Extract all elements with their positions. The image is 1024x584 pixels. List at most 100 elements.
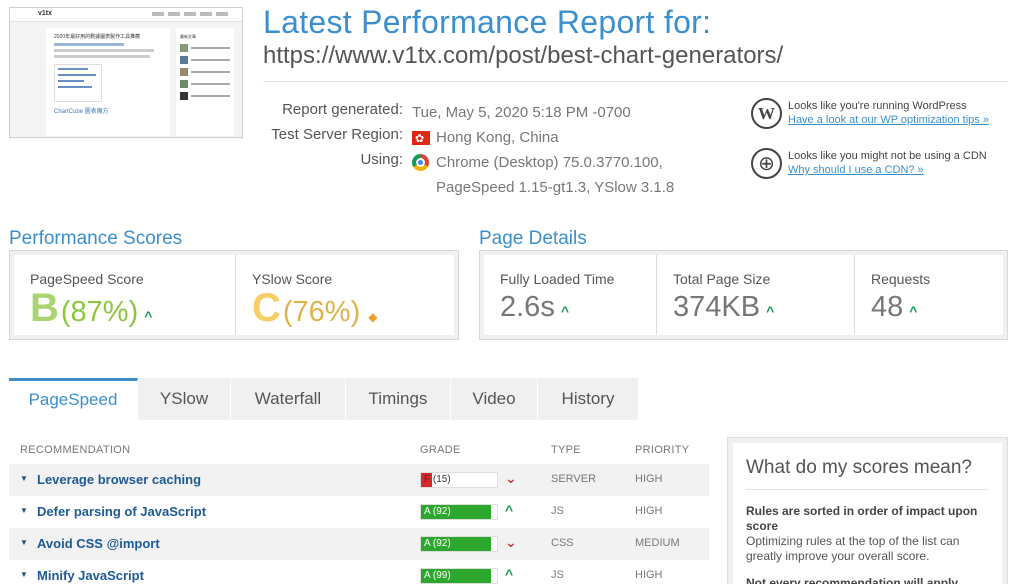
header-divider xyxy=(263,81,1008,82)
trend-up-icon: ^ xyxy=(144,308,153,324)
expand-arrow-icon[interactable]: ▼ xyxy=(20,538,28,547)
hong-kong-flag-icon xyxy=(412,129,430,149)
recommendation-column-header: RECOMMENDATION xyxy=(20,444,131,456)
grade-text: F (15) xyxy=(424,474,451,485)
thumbnail-cta: ChartCube 圖表魔方 xyxy=(54,109,109,115)
recommendation-type: CSS xyxy=(551,537,574,549)
page-size-value: 374KB xyxy=(673,291,761,323)
page-thumbnail[interactable]: v1tx 2020年最好用的數據圖表製作工具推薦 ChartCube 圖表魔方 … xyxy=(9,7,243,138)
recommendation-priority: HIGH xyxy=(635,505,663,517)
yslow-score-label: YSlow Score xyxy=(252,271,333,287)
grade-text: A (92) xyxy=(424,538,451,549)
trend-neutral-icon: ◆ xyxy=(368,310,378,324)
chrome-icon xyxy=(412,154,429,171)
scores-explanation-heading-2: Not every recommendation will apply xyxy=(746,576,959,584)
expand-arrow-icon[interactable]: ▼ xyxy=(20,570,28,579)
page-details-panel: Fully Loaded Time 2.6s ^ Total Page Size … xyxy=(479,250,1008,340)
pagespeed-percent: (87%) xyxy=(60,296,139,328)
performance-scores-panel: PageSpeed Score B (87%) ^ YSlow Score C … xyxy=(9,250,459,340)
pagespeed-grade: B xyxy=(30,286,59,330)
test-region-value: Hong Kong, China xyxy=(436,128,559,146)
tab-yslow[interactable]: YSlow xyxy=(138,378,231,420)
report-generated-value: Tue, May 5, 2020 5:18 PM -0700 xyxy=(412,103,631,121)
trend-up-icon: ^ xyxy=(505,502,514,518)
trend-up-icon: ^ xyxy=(909,303,918,319)
recommendation-name[interactable]: Leverage browser caching xyxy=(37,472,201,487)
requests-cell: Requests 48 ^ xyxy=(854,255,1003,335)
trend-down-icon: ⌄ xyxy=(505,470,517,486)
table-row[interactable]: ▼ Minify JavaScript A (99) ^ JS HIGH xyxy=(9,560,709,584)
tab-timings[interactable]: Timings xyxy=(346,378,451,420)
report-info-values: Tue, May 5, 2020 5:18 PM -0700 Hong Kong… xyxy=(412,100,674,200)
table-row[interactable]: ▼ Avoid CSS @import A (92) ⌄ CSS MEDIUM xyxy=(9,528,709,560)
thumbnail-nav xyxy=(152,12,232,16)
using-row: Chrome (Desktop) 75.0.3770.100, xyxy=(412,150,674,175)
grade-column-header: GRADE xyxy=(420,444,461,456)
recommendation-priority: MEDIUM xyxy=(635,537,680,549)
trend-up-icon: ^ xyxy=(560,303,570,319)
page-size-cell: Total Page Size 374KB ^ xyxy=(656,255,854,335)
wordpress-tip-link[interactable]: Have a look at our WP optimization tips … xyxy=(788,114,989,126)
recommendation-type: SERVER xyxy=(551,473,597,485)
grade-text: A (99) xyxy=(424,570,451,581)
type-column-header: TYPE xyxy=(551,444,581,456)
globe-icon: ⊕ xyxy=(751,148,782,179)
expand-arrow-icon[interactable]: ▼ xyxy=(20,506,28,515)
tab-waterfall[interactable]: Waterfall xyxy=(231,378,346,420)
performance-scores-title: Performance Scores xyxy=(9,228,183,249)
fully-loaded-label: Fully Loaded Time xyxy=(500,271,615,287)
grade-bar: A (99) xyxy=(420,568,498,584)
wordpress-icon: W xyxy=(751,98,782,129)
cdn-tip-text: Looks like you might not be using a CDN xyxy=(788,150,987,162)
requests-value: 48 xyxy=(871,291,904,323)
thumbnail-main: 2020年最好用的數據圖表製作工具推薦 ChartCube 圖表魔方 xyxy=(46,28,170,136)
wordpress-tip-text: Looks like you're running WordPress xyxy=(788,100,967,112)
tab-video[interactable]: Video xyxy=(451,378,538,420)
recommendation-type: JS xyxy=(551,569,564,581)
tab-pagespeed[interactable]: PageSpeed xyxy=(9,378,138,420)
grade-bar: A (92) xyxy=(420,504,498,520)
pagespeed-score-cell: PageSpeed Score B (87%) ^ xyxy=(14,255,235,335)
test-region-row: Hong Kong, China xyxy=(412,125,674,150)
thumbnail-sidebar-title: 最新文章 xyxy=(180,34,196,39)
recommendations-table-header: RECOMMENDATION GRADE TYPE PRIORITY xyxy=(9,442,709,460)
grade-text: A (92) xyxy=(424,506,451,517)
thumbnail-sidebar: 最新文章 xyxy=(176,28,234,136)
table-row[interactable]: ▼ Leverage browser caching F (15) ⌄ SERV… xyxy=(9,464,709,496)
recommendation-priority: HIGH xyxy=(635,569,663,581)
recommendation-name[interactable]: Avoid CSS @import xyxy=(37,536,160,551)
thumbnail-logo: v1tx xyxy=(38,10,53,17)
grade-bar: A (92) xyxy=(420,536,498,552)
thumbnail-toc xyxy=(54,64,102,102)
report-generated-label: Report generated: xyxy=(282,101,403,118)
using-value-browser: Chrome (Desktop) 75.0.3770.100, xyxy=(436,153,663,171)
trend-up-icon: ^ xyxy=(505,566,514,582)
requests-label: Requests xyxy=(871,271,931,287)
pagespeed-score-label: PageSpeed Score xyxy=(30,271,144,287)
thumbnail-topbar: v1tx xyxy=(10,8,242,22)
recommendation-type: JS xyxy=(551,505,564,517)
yslow-percent: (76%) xyxy=(282,296,361,328)
table-row[interactable]: ▼ Defer parsing of JavaScript A (92) ^ J… xyxy=(9,496,709,528)
trend-up-icon: ^ xyxy=(766,303,775,319)
scores-explanation-text-1: Optimizing rules at the top of the list … xyxy=(746,534,960,563)
fully-loaded-value: 2.6s xyxy=(500,291,555,323)
cdn-tip-link[interactable]: Why should I use a CDN? » xyxy=(788,164,924,176)
tab-history[interactable]: History xyxy=(538,378,639,420)
test-region-label: Test Server Region: xyxy=(271,126,403,143)
scores-explanation-title: What do my scores mean? xyxy=(746,457,989,490)
report-url: https://www.v1tx.com/post/best-chart-gen… xyxy=(263,42,784,69)
trend-down-icon: ⌄ xyxy=(505,534,517,550)
wordpress-tip: W Looks like you're running WordPress Ha… xyxy=(751,98,989,129)
page-details-title: Page Details xyxy=(479,228,587,249)
yslow-score-cell: YSlow Score C (76%) ◆ xyxy=(235,255,454,335)
using-value-engines: PageSpeed 1.15-gt1.3, YSlow 3.1.8 xyxy=(436,178,675,196)
report-title: Latest Performance Report for: xyxy=(263,4,712,40)
yslow-grade: C xyxy=(252,286,281,330)
using-label: Using: xyxy=(360,151,403,168)
recommendation-name[interactable]: Defer parsing of JavaScript xyxy=(37,504,206,519)
expand-arrow-icon[interactable]: ▼ xyxy=(20,474,28,483)
scores-explanation-box: What do my scores mean? Rules are sorted… xyxy=(727,437,1008,584)
priority-column-header: PRIORITY xyxy=(635,444,690,456)
recommendation-name[interactable]: Minify JavaScript xyxy=(37,568,144,583)
